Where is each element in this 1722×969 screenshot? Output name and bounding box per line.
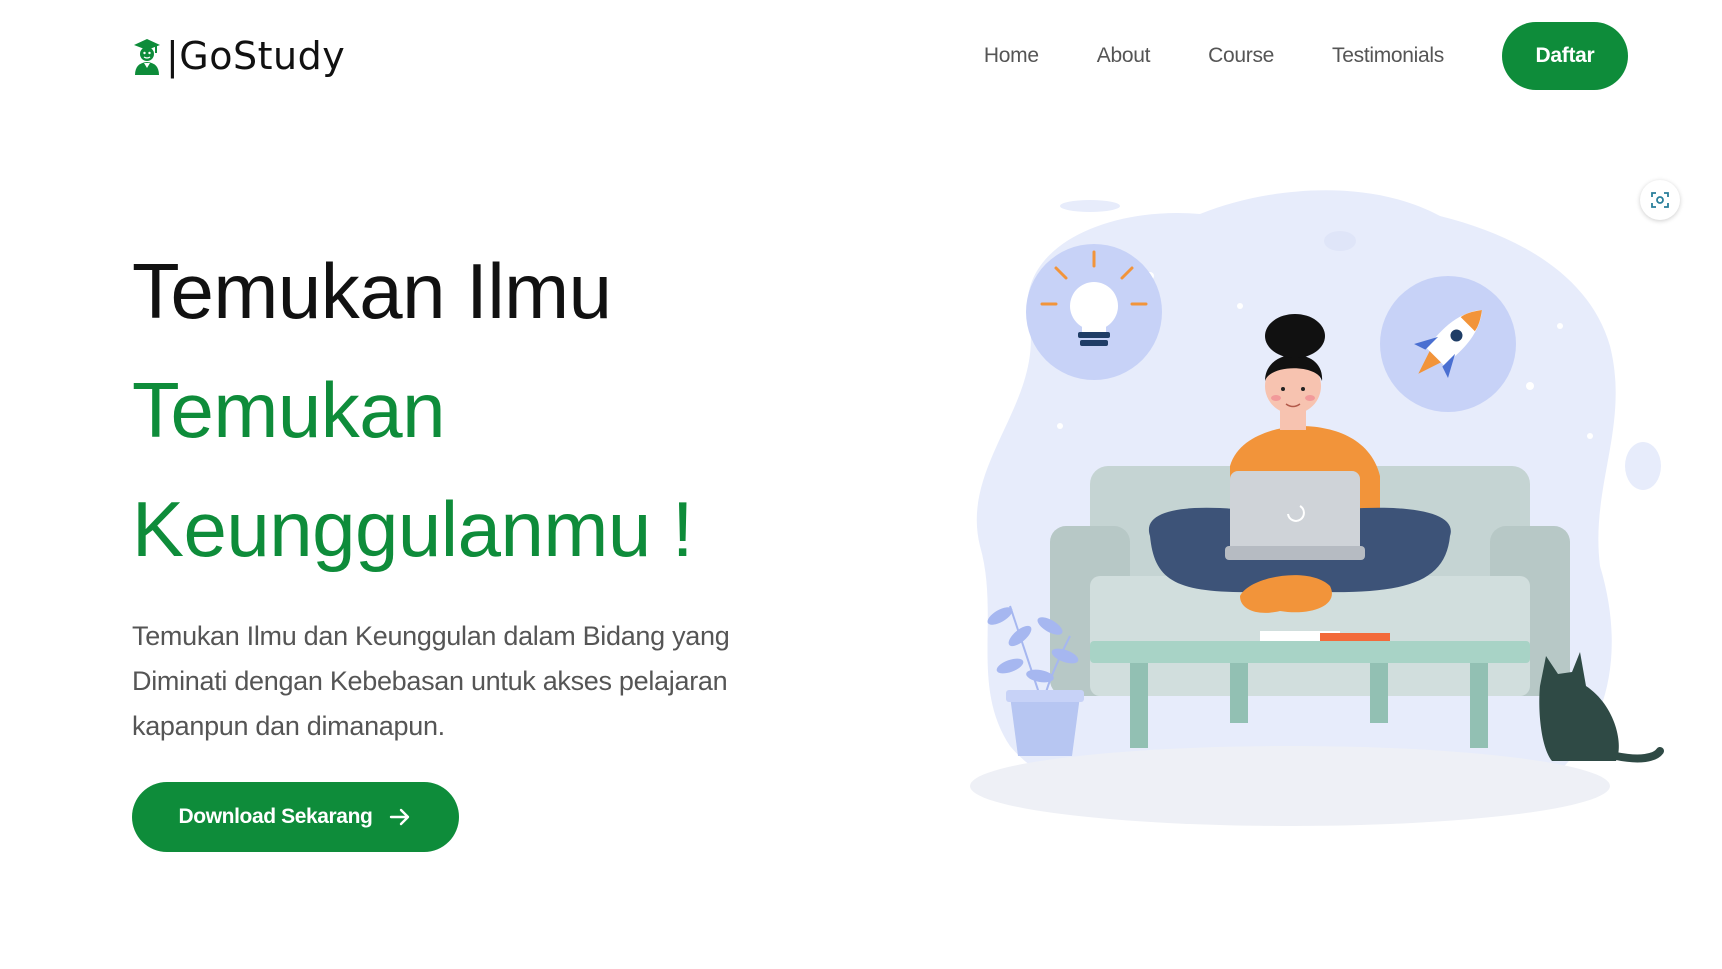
hero-title-line2: Temukan [132, 366, 446, 454]
scan-icon [1651, 192, 1669, 208]
graduate-icon [134, 39, 160, 75]
hero-title-line3: Keunggulanmu ! [132, 485, 694, 573]
scan-button[interactable] [1640, 180, 1680, 220]
brand-logo[interactable]: |GoStudy [132, 34, 345, 78]
nav-testimonials[interactable]: Testimonials [1332, 44, 1444, 68]
hero-title-line1: Temukan Ilmu [132, 247, 612, 335]
nav-home[interactable]: Home [984, 44, 1039, 68]
nav-about[interactable]: About [1097, 44, 1151, 68]
lightbulb-icon [1026, 244, 1162, 380]
main-nav: Home About Course Testimonials Daftar [984, 22, 1628, 90]
hero-description: Temukan Ilmu dan Keunggulan dalam Bidang… [132, 621, 730, 741]
nav-course[interactable]: Course [1208, 44, 1274, 68]
rocket-icon [1380, 276, 1516, 412]
download-button-label: Download Sekarang [178, 805, 373, 828]
daftar-button[interactable]: Daftar [1502, 22, 1628, 90]
brand-name: |GoStudy [166, 34, 346, 78]
arrow-right-icon [390, 808, 410, 826]
hero-illustration [970, 190, 1664, 826]
download-button[interactable]: Download Sekarang [132, 782, 459, 852]
